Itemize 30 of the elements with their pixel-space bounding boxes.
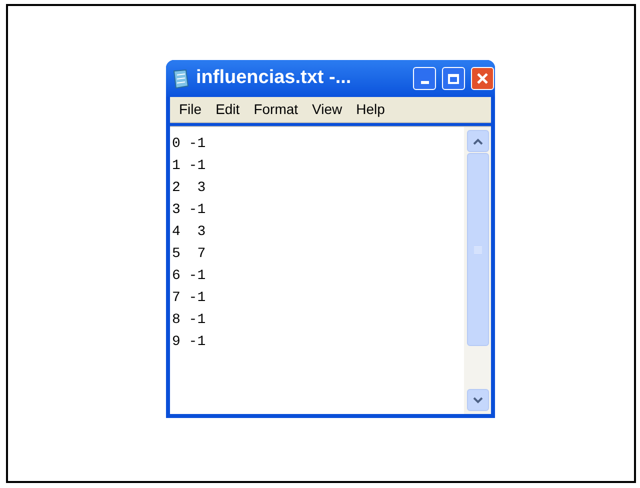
- scroll-up-button[interactable]: [466, 130, 488, 152]
- window-title: influencias.txt -...: [196, 66, 352, 90]
- text-line: 2 3: [172, 179, 206, 198]
- menu-item[interactable]: View: [306, 99, 348, 120]
- text-line: 6 -1: [172, 267, 206, 286]
- text-line: 9 -1: [172, 333, 206, 352]
- minimize-button[interactable]: [413, 67, 436, 90]
- vertical-scrollbar[interactable]: [464, 127, 491, 414]
- text-line: 0 -1: [172, 135, 206, 154]
- scroll-thumb[interactable]: [466, 153, 488, 346]
- maximize-button[interactable]: [442, 67, 465, 90]
- close-icon: [476, 72, 489, 85]
- text-line: 7 -1: [172, 289, 206, 308]
- grip-icon: [474, 246, 482, 254]
- chevron-down-icon: [472, 396, 482, 404]
- minimize-icon: [420, 81, 428, 84]
- text-line: 8 -1: [172, 311, 206, 330]
- text-line: 3 -1: [172, 201, 206, 220]
- chevron-up-icon: [472, 138, 482, 144]
- menu-item[interactable]: Format: [248, 99, 304, 120]
- maximize-icon: [448, 74, 459, 84]
- text-line: 1 -1: [172, 157, 206, 176]
- menu-item[interactable]: Help: [350, 99, 391, 120]
- scroll-down-button[interactable]: [466, 389, 488, 411]
- menu-item[interactable]: Edit: [210, 99, 246, 120]
- notepad-icon: [172, 68, 190, 88]
- text-line: 5 7: [172, 245, 206, 264]
- text-line: 4 3: [172, 223, 206, 242]
- menu-item[interactable]: File: [173, 99, 208, 120]
- close-button[interactable]: [471, 67, 494, 90]
